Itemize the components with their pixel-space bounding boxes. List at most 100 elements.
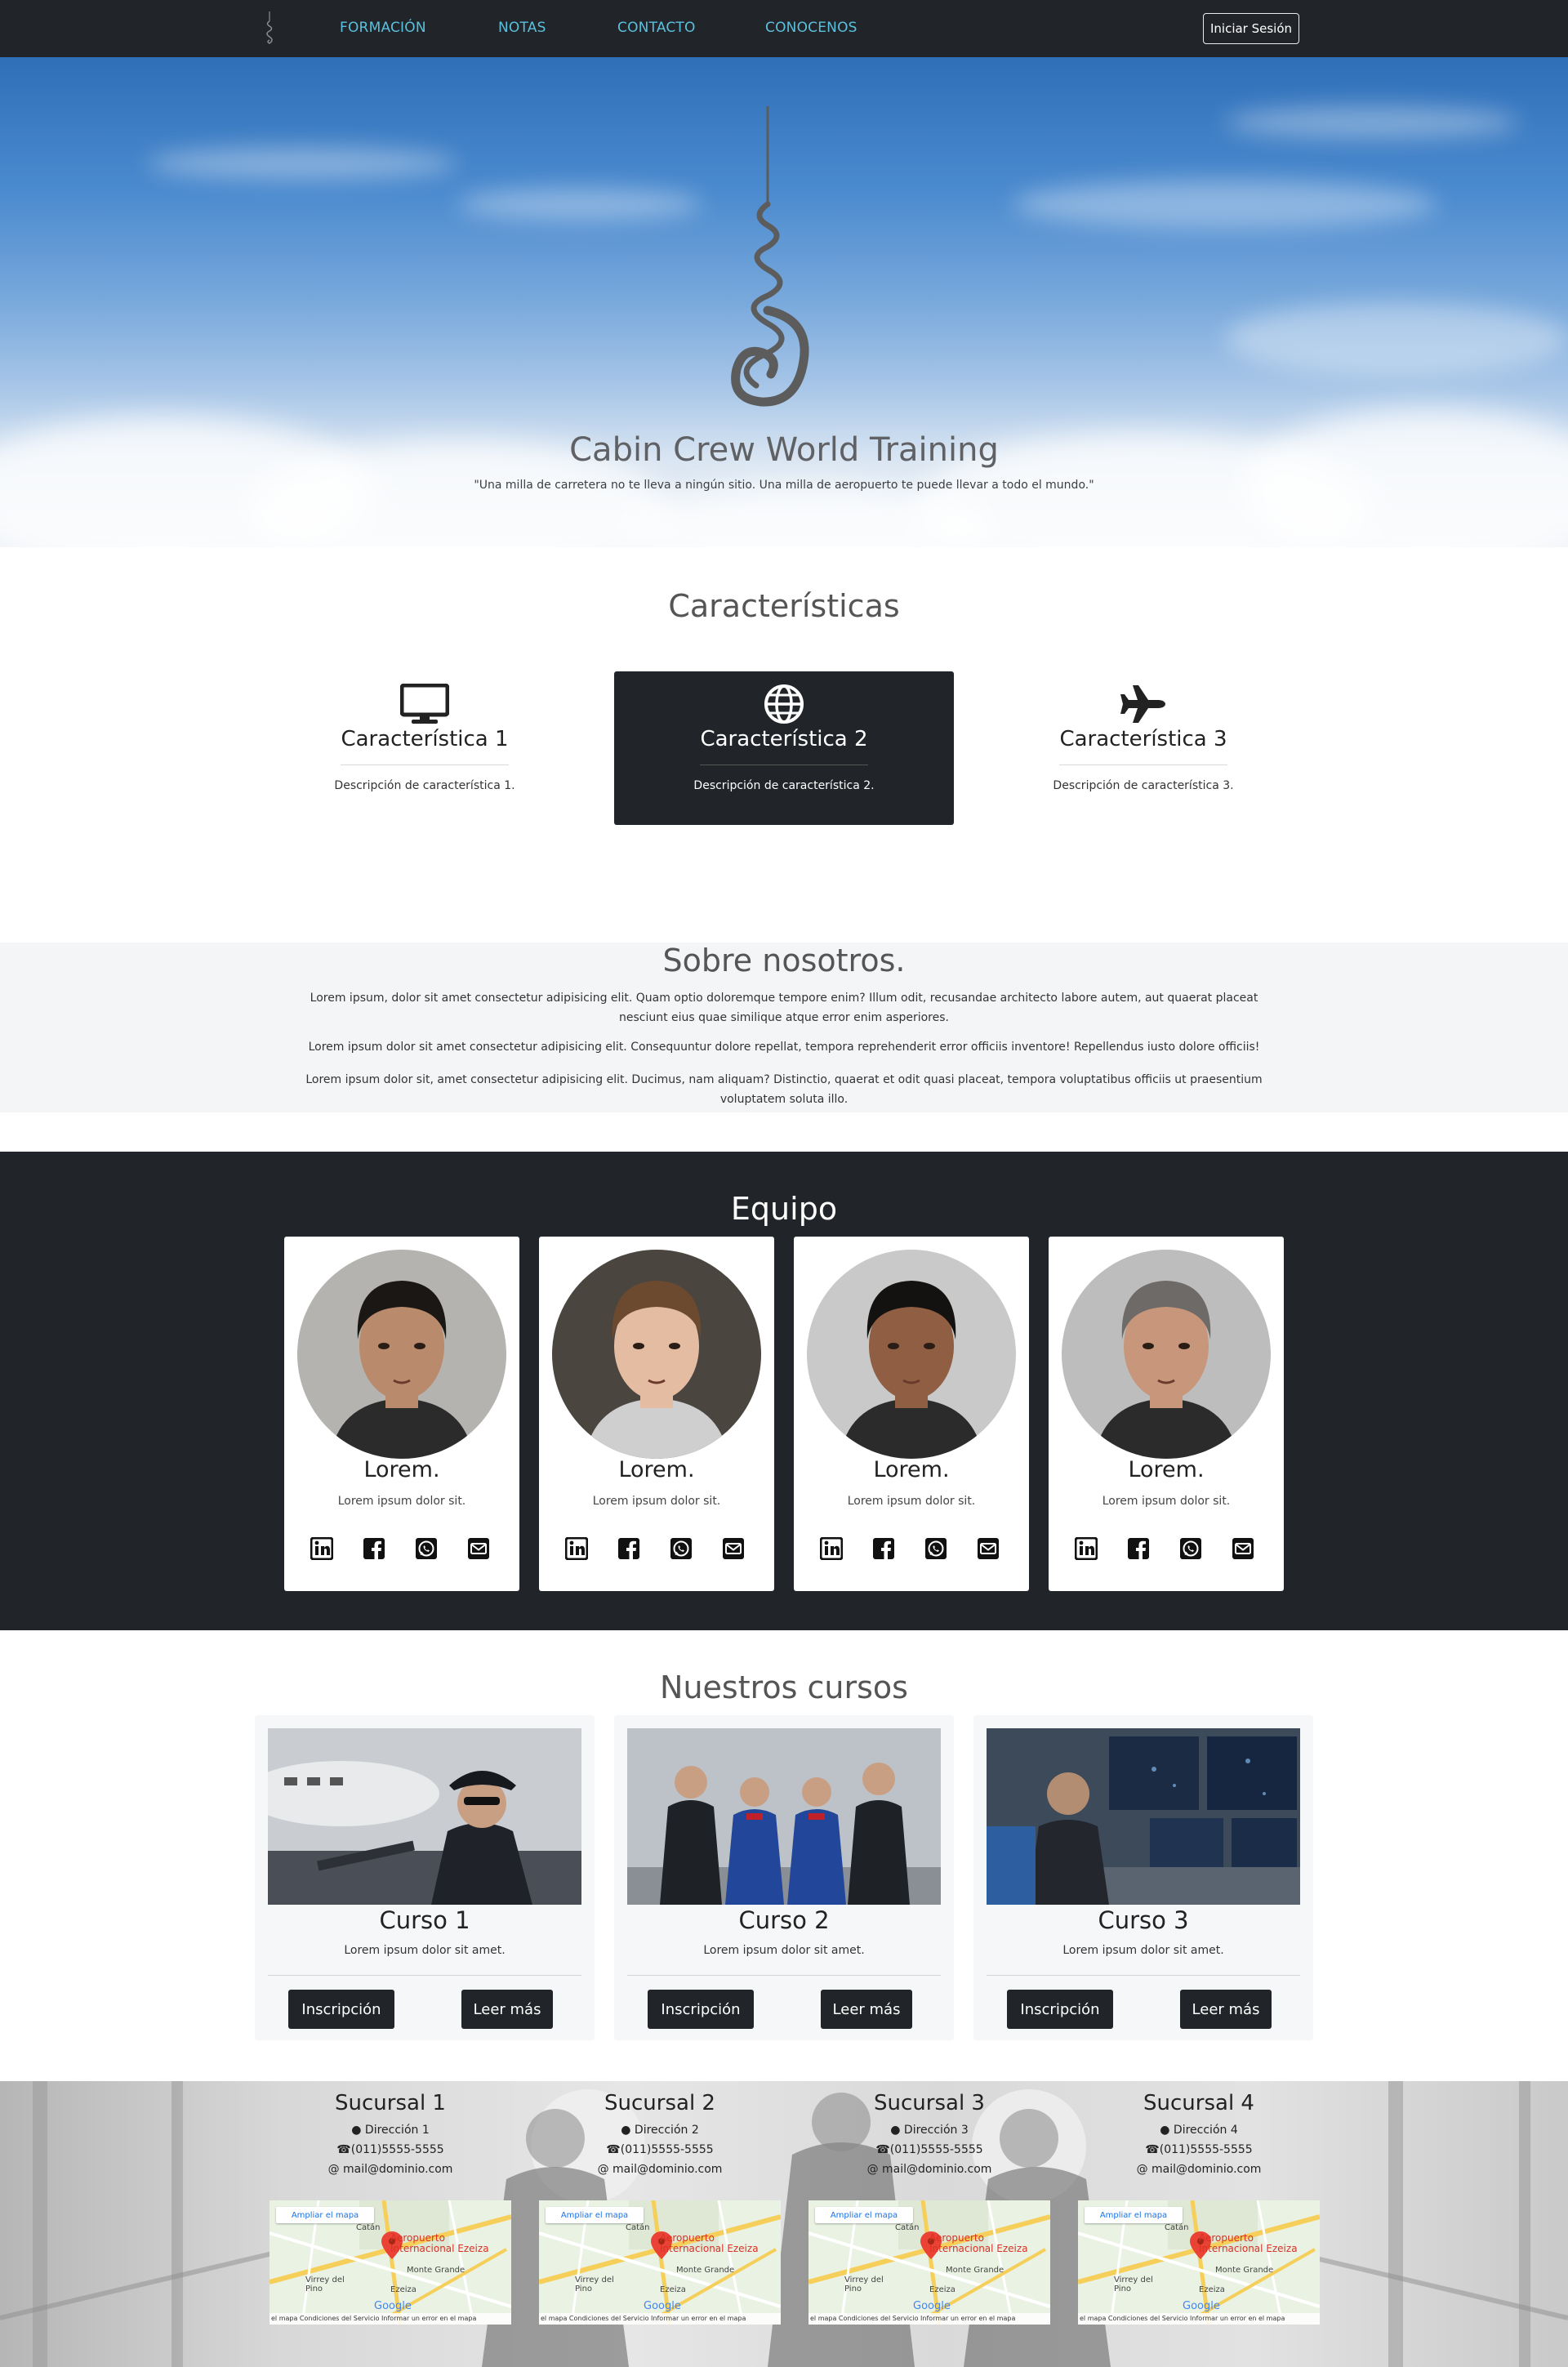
map-footer[interactable]: el mapa Condiciones del Servicio Informa…: [808, 2313, 1050, 2325]
read-more-button[interactable]: Leer más: [821, 1990, 912, 2029]
divider: [341, 764, 509, 765]
expand-map-button[interactable]: Ampliar el mapa: [815, 2207, 913, 2223]
branch-map[interactable]: Ampliar el mapa Aeropuerto Internacional …: [539, 2200, 781, 2325]
member-name: Lorem.: [363, 1457, 440, 1482]
at-icon: @: [866, 2163, 879, 2176]
google-logo: Google: [644, 2300, 681, 2312]
branch-email-text[interactable]: mail@dominio.com: [882, 2163, 991, 2176]
map-town-label: Catán: [1165, 2223, 1189, 2232]
facebook-icon[interactable]: [1127, 1537, 1150, 1560]
team-card: Lorem. Lorem ipsum dolor sit.: [539, 1237, 774, 1591]
facebook-icon[interactable]: [872, 1537, 895, 1560]
branch-address-text: Dirección 2: [634, 2124, 699, 2137]
map-town-label: Ezeiza: [390, 2285, 416, 2294]
google-logo: Google: [913, 2300, 951, 2312]
divider: [268, 1975, 581, 1976]
avatar: [297, 1250, 506, 1459]
read-more-button[interactable]: Leer más: [1180, 1990, 1272, 2029]
enroll-button[interactable]: Inscripción: [1007, 1990, 1113, 2029]
branch-title: Sucursal 3: [874, 2091, 985, 2115]
map-town-label: Virrey del Pino: [844, 2276, 884, 2293]
course-title: Curso 2: [738, 1906, 830, 1934]
whatsapp-icon[interactable]: [670, 1537, 693, 1560]
expand-map-button[interactable]: Ampliar el mapa: [546, 2207, 644, 2223]
map-pin-icon: ●: [621, 2124, 631, 2137]
branch-phone-text: (011)5555-5555: [1159, 2143, 1253, 2156]
map-footer[interactable]: el mapa Condiciones del Servicio Informa…: [539, 2313, 781, 2325]
map-town-label: Catán: [626, 2223, 650, 2232]
branch-email-text[interactable]: mail@dominio.com: [1152, 2163, 1261, 2176]
map-town-label: Catán: [895, 2223, 920, 2232]
map-pin-icon: ●: [890, 2124, 901, 2137]
nav-link-notas[interactable]: NOTAS: [498, 20, 546, 36]
courses-title: Nuestros cursos: [660, 1669, 908, 1705]
member-description: Lorem ipsum dolor sit.: [592, 1495, 721, 1508]
avatar: [1062, 1250, 1271, 1459]
linkedin-icon[interactable]: [1074, 1536, 1098, 1561]
enroll-button[interactable]: Inscripción: [288, 1990, 394, 2029]
branches-section: [0, 2081, 1568, 2367]
email-icon[interactable]: [467, 1537, 490, 1560]
map-town-label: Ezeiza: [1199, 2285, 1225, 2294]
branch-email-text[interactable]: mail@dominio.com: [343, 2163, 452, 2176]
map-town-label: Monte Grande: [676, 2266, 735, 2275]
course-description: Lorem ipsum dolor sit amet.: [1062, 1944, 1224, 1957]
member-name: Lorem.: [618, 1457, 695, 1482]
nav-link-contacto[interactable]: CONTACTO: [617, 20, 696, 36]
branch-map[interactable]: Ampliar el mapa Aeropuerto Internacional …: [270, 2200, 511, 2325]
whatsapp-icon[interactable]: [1179, 1537, 1202, 1560]
facebook-icon[interactable]: [363, 1537, 385, 1560]
map-town-label: Catán: [356, 2223, 381, 2232]
enroll-button[interactable]: Inscripción: [648, 1990, 754, 2029]
whatsapp-icon[interactable]: [415, 1537, 438, 1560]
facebook-icon[interactable]: [617, 1537, 640, 1560]
features-title: Características: [668, 588, 900, 624]
linkedin-icon[interactable]: [564, 1536, 589, 1561]
member-name: Lorem.: [873, 1457, 950, 1482]
branch-address: ● Dirección 1: [268, 2124, 513, 2137]
airplane-icon: [1119, 683, 1168, 725]
avatar: [552, 1250, 761, 1459]
linkedin-icon[interactable]: [819, 1536, 844, 1561]
feature-title: Característica 1: [341, 727, 509, 751]
map-place-label: Aeropuerto Internacional Ezeiza: [390, 2232, 489, 2254]
course-title: Curso 1: [379, 1906, 470, 1934]
course-title: Curso 3: [1098, 1906, 1189, 1934]
login-button[interactable]: Iniciar Sesión: [1203, 13, 1299, 44]
team-card: Lorem. Lorem ipsum dolor sit.: [284, 1237, 519, 1591]
nav-link-conocenos[interactable]: CONOCENOS: [765, 20, 858, 36]
map-footer[interactable]: el mapa Condiciones del Servicio Informa…: [270, 2313, 511, 2325]
expand-map-button[interactable]: Ampliar el mapa: [276, 2207, 374, 2223]
map-place-label: Aeropuerto Internacional Ezeiza: [1199, 2232, 1298, 2254]
branch-phone: ☎(011)5555-5555: [807, 2143, 1052, 2156]
map-town-label: Ezeiza: [660, 2285, 686, 2294]
brand-logo-icon[interactable]: [260, 10, 279, 47]
member-description: Lorem ipsum dolor sit.: [337, 1495, 466, 1508]
read-more-button[interactable]: Leer más: [461, 1990, 553, 2029]
branch-email: @ mail@dominio.com: [1076, 2163, 1321, 2176]
map-footer[interactable]: el mapa Condiciones del Servicio Informa…: [1078, 2313, 1320, 2325]
globe-icon: [760, 683, 808, 725]
course-card-3: Curso 3 Lorem ipsum dolor sit amet. Insc…: [973, 1715, 1313, 2040]
linkedin-icon[interactable]: [310, 1536, 334, 1561]
email-icon[interactable]: [722, 1537, 745, 1560]
team-card: Lorem. Lorem ipsum dolor sit.: [794, 1237, 1029, 1591]
map-town-label: Virrey del Pino: [305, 2276, 345, 2293]
branch-map[interactable]: Ampliar el mapa Aeropuerto Internacional …: [1078, 2200, 1320, 2325]
email-icon[interactable]: [1232, 1537, 1254, 1560]
branch-phone-text: (011)5555-5555: [620, 2143, 714, 2156]
branch-address-text: Dirección 1: [364, 2124, 430, 2137]
at-icon: @: [597, 2163, 609, 2176]
expand-map-button[interactable]: Ampliar el mapa: [1085, 2207, 1183, 2223]
email-icon[interactable]: [977, 1537, 1000, 1560]
at-icon: @: [1136, 2163, 1148, 2176]
course-description: Lorem ipsum dolor sit amet.: [703, 1944, 865, 1957]
nav-link-formacion[interactable]: FORMACIÓN: [340, 20, 426, 36]
whatsapp-icon[interactable]: [924, 1537, 947, 1560]
branch-email-text[interactable]: mail@dominio.com: [612, 2163, 722, 2176]
feature-card-1: Característica 1 Descripción de caracter…: [255, 671, 595, 825]
map-pin-icon: ●: [1160, 2124, 1170, 2137]
about-title: Sobre nosotros.: [662, 943, 906, 978]
google-logo: Google: [374, 2300, 412, 2312]
branch-map[interactable]: Ampliar el mapa Aeropuerto Internacional …: [808, 2200, 1050, 2325]
